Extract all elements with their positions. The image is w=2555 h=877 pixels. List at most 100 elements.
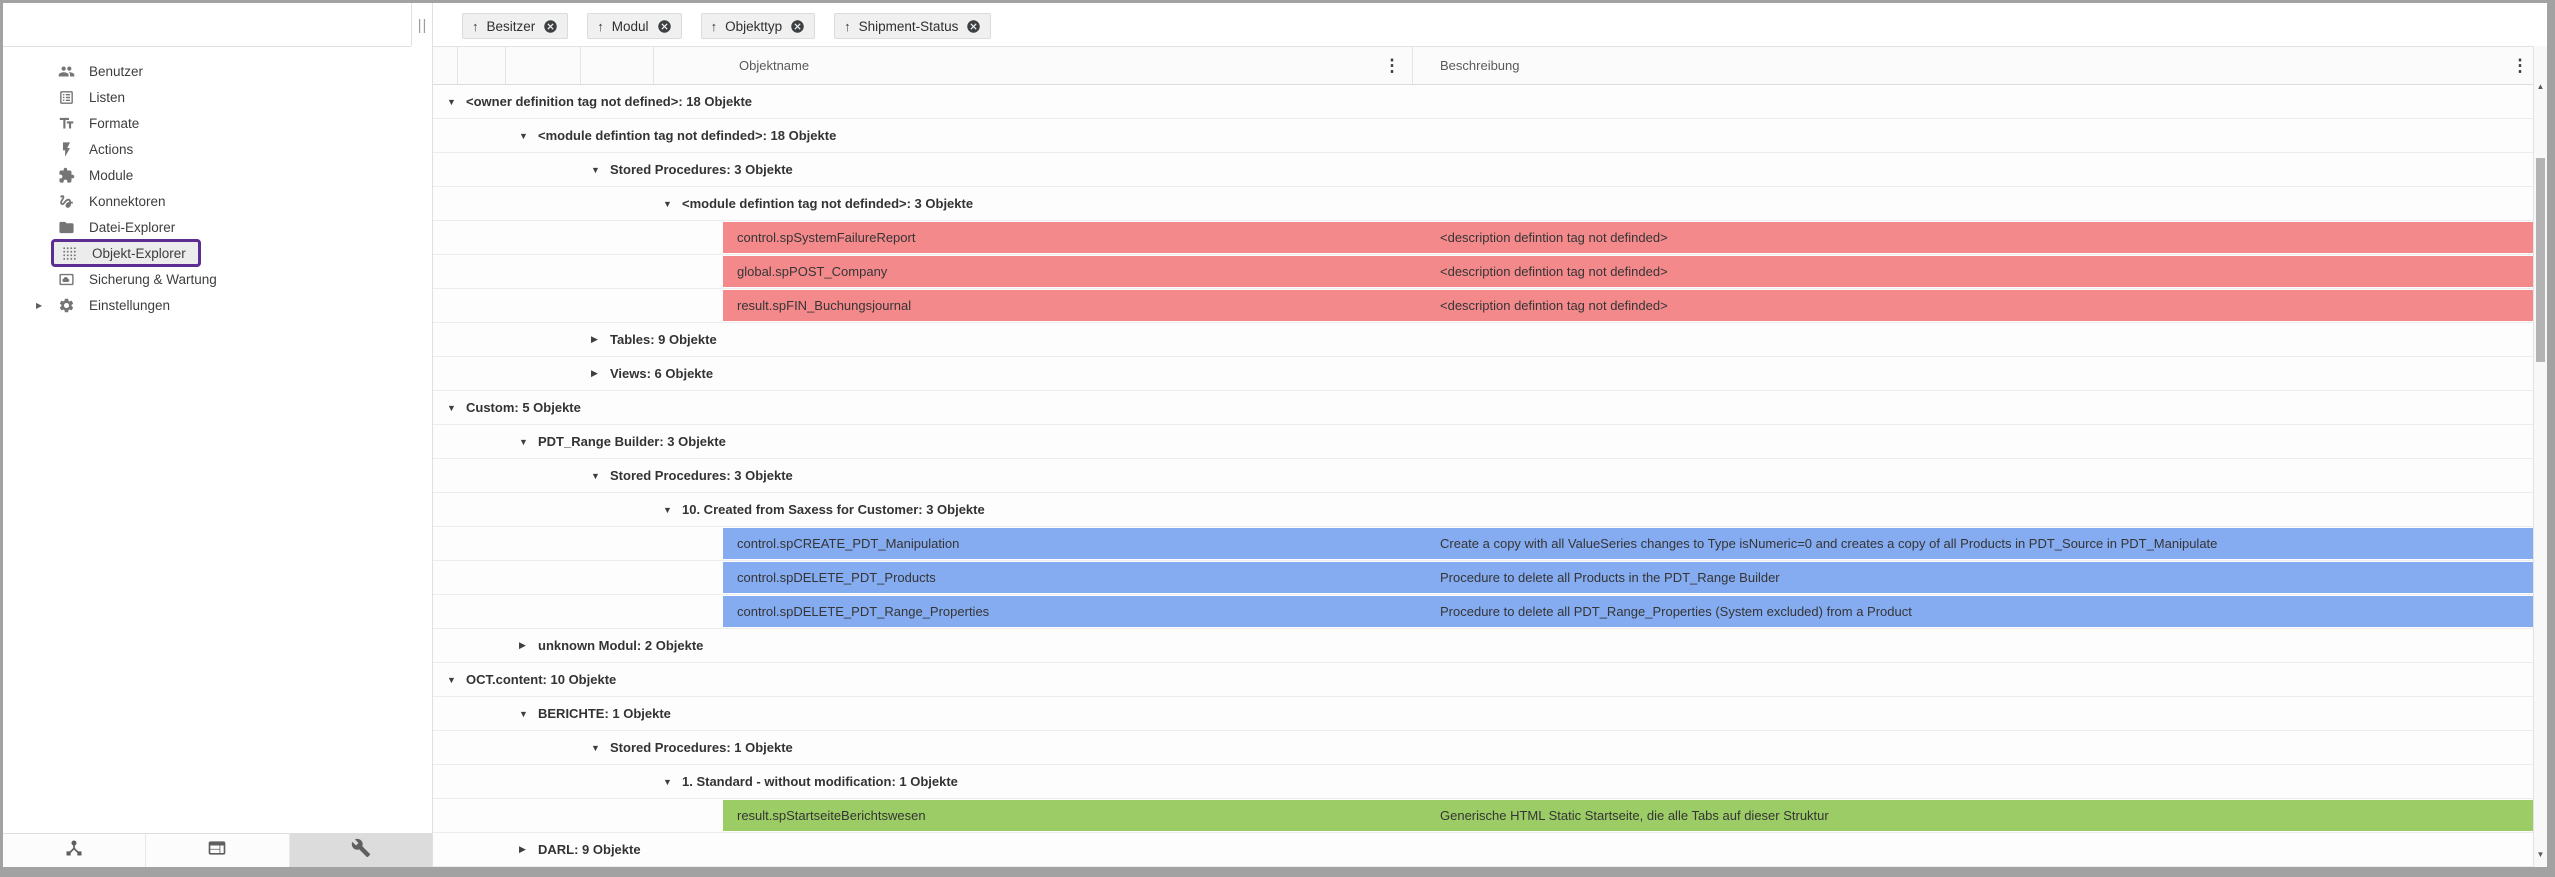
sidebar-item-label: Objekt-Explorer xyxy=(92,246,186,261)
tree-collapse-icon[interactable]: ▼ xyxy=(447,85,456,118)
column-header-beschreibung[interactable]: Beschreibung xyxy=(1440,47,1520,84)
column-menu-icon[interactable]: ⋮ xyxy=(2511,47,2529,84)
sidebar-item-label: Sicherung & Wartung xyxy=(89,272,217,287)
tree-expand-icon[interactable]: ▶ xyxy=(519,629,526,662)
object-tree: ▼<owner definition tag not defined>: 18 … xyxy=(433,85,2533,867)
sidebar-item-konnektoren[interactable]: Konnektoren xyxy=(3,188,411,214)
tree-group-row[interactable]: ▼Custom: 5 Objekte xyxy=(433,391,2533,425)
object-row-green[interactable]: result.spStartseiteBerichtswesenGenerisc… xyxy=(723,800,2533,831)
tree-group-row[interactable]: ▼<module defintion tag not definded>: 3 … xyxy=(433,187,2533,221)
tree-group-label: PDT_Range Builder: 3 Objekte xyxy=(538,425,726,458)
tree-item-row: global.spPOST_Company<description defint… xyxy=(433,255,2533,289)
tree-item-row: control.spCREATE_PDT_ManipulationCreate … xyxy=(433,527,2533,561)
tree-group-row[interactable]: ▼Stored Procedures: 3 Objekte xyxy=(433,459,2533,493)
table-header: Objektname Beschreibung ⋮ ⋮ xyxy=(433,46,2533,85)
tree-collapse-icon[interactable]: ▼ xyxy=(447,663,456,696)
tree-item-row: control.spDELETE_PDT_ProductsProcedure t… xyxy=(433,561,2533,595)
footer-tab-tools[interactable] xyxy=(290,834,432,867)
scroll-down-icon[interactable]: ▼ xyxy=(2535,848,2546,860)
sidebar-item-einstellungen[interactable]: ▶Einstellungen xyxy=(3,292,411,318)
tree-collapse-icon[interactable]: ▼ xyxy=(663,187,672,220)
sidebar-item-label: Listen xyxy=(89,90,125,105)
sidebar-item-label: Konnektoren xyxy=(89,194,166,209)
chip-close-icon[interactable] xyxy=(543,19,558,34)
tree-collapse-icon[interactable]: ▼ xyxy=(447,391,456,424)
sidebar-item-benutzer[interactable]: Benutzer xyxy=(3,58,411,84)
dot-grid-icon xyxy=(60,244,78,262)
chip-close-icon[interactable] xyxy=(657,19,672,34)
sidebar-item-module[interactable]: Module xyxy=(3,162,411,188)
sidebar-header-divider xyxy=(411,3,412,46)
tree-expand-icon[interactable]: ▶ xyxy=(591,357,598,390)
filter-chip-objekttyp[interactable]: ↑Objekttyp xyxy=(701,13,816,39)
chip-close-icon[interactable] xyxy=(790,19,805,34)
tree-collapse-icon[interactable]: ▼ xyxy=(591,153,600,186)
column-menu-icon[interactable]: ⋮ xyxy=(1383,47,1401,84)
object-description: <description defintion tag not definded> xyxy=(1440,230,1668,245)
tree-collapse-icon[interactable]: ▼ xyxy=(519,119,528,152)
filter-chip-label: Objekttyp xyxy=(725,19,782,34)
object-name: control.spDELETE_PDT_Range_Properties xyxy=(723,604,989,619)
lightning-icon xyxy=(57,140,75,158)
tree-group-label: <owner definition tag not defined>: 18 O… xyxy=(466,85,752,118)
tree-group-label: Tables: 9 Objekte xyxy=(610,323,717,356)
tree-item-row: control.spSystemFailureReport<descriptio… xyxy=(433,221,2533,255)
footer-tab-layout[interactable] xyxy=(146,834,289,867)
splitter-handle[interactable]: || xyxy=(413,14,432,36)
tree-group-row[interactable]: ▼Stored Procedures: 1 Objekte xyxy=(433,731,2533,765)
tree-group-row[interactable]: ▼ PDT_Range Builder: 3 Objekte xyxy=(433,425,2533,459)
object-name: control.spDELETE_PDT_Products xyxy=(723,570,936,585)
scrollbar-thumb[interactable] xyxy=(2536,158,2545,362)
tree-group-row[interactable]: ▶Views: 6 Objekte xyxy=(433,357,2533,391)
expander-icon[interactable]: ▶ xyxy=(36,301,42,310)
column-divider xyxy=(1412,47,1413,84)
footer-tab-hierarchy[interactable] xyxy=(3,834,146,867)
tree-collapse-icon[interactable]: ▼ xyxy=(591,731,600,764)
object-row-blue[interactable]: control.spCREATE_PDT_ManipulationCreate … xyxy=(723,528,2533,559)
object-row-red[interactable]: result.spFIN_Buchungsjournal<description… xyxy=(723,290,2533,321)
filter-chip-shipment-status[interactable]: ↑Shipment-Status xyxy=(834,13,991,39)
tree-group-row[interactable]: ▶unknown Modul: 2 Objekte xyxy=(433,629,2533,663)
sidebar-nav: Benutzer Listen FormateActionsModule Konnek… xyxy=(3,58,411,318)
window-border-bottom xyxy=(0,867,2555,877)
sidebar-item-listen[interactable]: Listen xyxy=(3,84,411,110)
chip-close-icon[interactable] xyxy=(966,19,981,34)
object-row-blue[interactable]: control.spDELETE_PDT_ProductsProcedure t… xyxy=(723,562,2533,593)
filter-chip-label: Modul xyxy=(612,19,649,34)
object-row-red[interactable]: global.spPOST_Company<description defint… xyxy=(723,256,2533,287)
tree-expand-icon[interactable]: ▶ xyxy=(519,833,526,866)
tree-group-row[interactable]: ▼ BERICHTE: 1 Objekte xyxy=(433,697,2533,731)
tree-group-label: 1. Standard - without modification: 1 Ob… xyxy=(682,765,958,798)
tree-group-row[interactable]: ▶DARL: 9 Objekte xyxy=(433,833,2533,867)
object-name: control.spCREATE_PDT_Manipulation xyxy=(723,536,959,551)
column-header-objektname[interactable]: Objektname xyxy=(739,47,809,84)
tree-collapse-icon[interactable]: ▼ xyxy=(663,493,672,526)
text-format-icon xyxy=(57,114,75,132)
filter-chip-besitzer[interactable]: ↑Besitzer xyxy=(462,13,568,39)
tree-group-row[interactable]: ▼10. Created from Saxess for Customer: 3… xyxy=(433,493,2533,527)
tree-group-label: BERICHTE: 1 Objekte xyxy=(538,697,671,730)
tree-collapse-icon[interactable]: ▼ xyxy=(519,425,528,458)
tree-group-row[interactable]: ▼ <owner definition tag not defined>: 18 … xyxy=(433,85,2533,119)
sidebar-item-datei-explorer[interactable]: Datei-Explorer xyxy=(3,214,411,240)
puzzle-icon xyxy=(57,166,75,184)
sidebar-item-objekt-explorer[interactable]: Objekt-Explorer xyxy=(3,240,411,266)
tree-expand-icon[interactable]: ▶ xyxy=(591,323,598,356)
tree-group-row[interactable]: ▼Stored Procedures: 3 Objekte xyxy=(433,153,2533,187)
column-divider xyxy=(580,47,581,84)
tree-collapse-icon[interactable]: ▼ xyxy=(663,765,672,798)
tree-group-row[interactable]: ▼<module defintion tag not definded>: 18… xyxy=(433,119,2533,153)
tree-collapse-icon[interactable]: ▼ xyxy=(591,459,600,492)
tree-group-row[interactable]: ▼ 1. Standard - without modification: 1 O… xyxy=(433,765,2533,799)
scroll-up-icon[interactable]: ▲ xyxy=(2535,80,2546,92)
tree-collapse-icon[interactable]: ▼ xyxy=(519,697,528,730)
sidebar-item-sicherung-wartung[interactable]: Sicherung & Wartung xyxy=(3,266,411,292)
tree-group-row[interactable]: ▼OCT.content: 10 Objekte xyxy=(433,663,2533,697)
tree-group-row[interactable]: ▶ Tables: 9 Objekte xyxy=(433,323,2533,357)
object-row-red[interactable]: control.spSystemFailureReport<descriptio… xyxy=(723,222,2533,253)
object-row-blue[interactable]: control.spDELETE_PDT_Range_PropertiesPro… xyxy=(723,596,2533,627)
sidebar-item-formate[interactable]: Formate xyxy=(3,110,411,136)
sidebar-item-label: Datei-Explorer xyxy=(89,220,175,235)
filter-chip-modul[interactable]: ↑Modul xyxy=(587,13,681,39)
sidebar-item-actions[interactable]: Actions xyxy=(3,136,411,162)
